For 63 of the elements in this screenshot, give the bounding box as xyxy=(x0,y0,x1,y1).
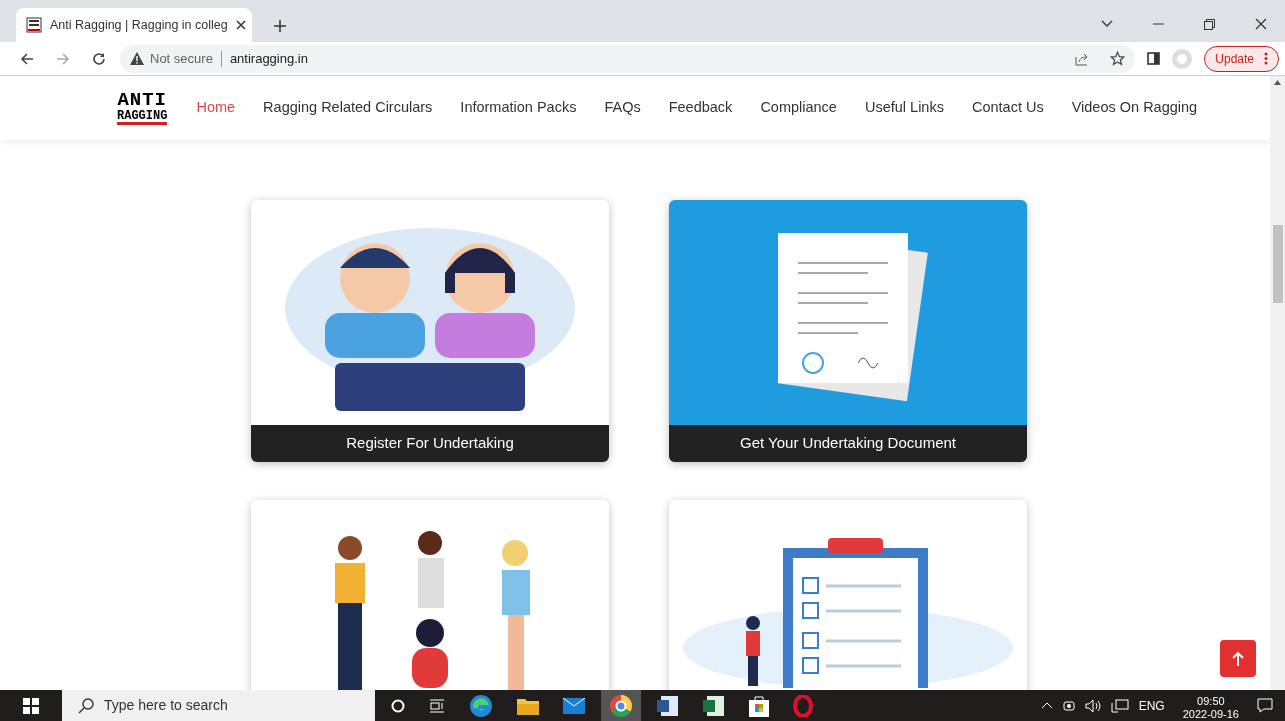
folder-icon[interactable] xyxy=(517,696,539,715)
site-favicon-icon xyxy=(26,17,42,33)
close-icon[interactable] xyxy=(235,20,246,30)
nav-link[interactable]: Information Packs xyxy=(460,97,577,119)
address-bar[interactable]: Not secure antiragging.in xyxy=(120,44,1136,73)
nav-link[interactable]: Home xyxy=(196,97,236,119)
cortana-circle-icon[interactable] xyxy=(391,698,405,713)
nav-link[interactable]: Ragging Related Circulars xyxy=(263,97,433,119)
language-indicator[interactable]: ENG xyxy=(1138,696,1165,715)
feature-card[interactable] xyxy=(251,500,609,690)
mail-icon[interactable] xyxy=(563,697,585,714)
camera-icon[interactable] xyxy=(1062,698,1075,713)
windows-start-icon[interactable] xyxy=(23,697,39,714)
speaker-icon[interactable] xyxy=(1084,698,1101,713)
side-panel-icon[interactable] xyxy=(1147,52,1161,65)
clock-time: 09:50 xyxy=(1197,694,1225,708)
document-app-icon[interactable] xyxy=(657,694,679,717)
network-icon[interactable] xyxy=(1110,698,1129,713)
chevron-down-icon[interactable] xyxy=(1101,20,1113,28)
nav-link[interactable]: Compliance xyxy=(760,97,837,119)
store-bag-icon[interactable] xyxy=(749,694,769,717)
nav-link[interactable]: Contact Us xyxy=(971,97,1044,119)
search-icon xyxy=(78,697,94,714)
security-label: Not secure xyxy=(150,49,213,68)
chevron-up-icon[interactable] xyxy=(1040,702,1053,709)
back-arrow-icon[interactable] xyxy=(20,51,34,66)
site-logo[interactable]: ANTI RAGGING xyxy=(117,91,168,125)
card-caption: Get Your Undertaking Document xyxy=(669,425,1027,462)
nav-link[interactable]: Videos On Ragging xyxy=(1071,97,1198,119)
warning-icon xyxy=(130,52,144,65)
scrollbar-thumb[interactable] xyxy=(1272,225,1283,303)
arrow-up-icon xyxy=(1232,651,1244,666)
feature-card[interactable]: Get Your Undertaking Document xyxy=(669,200,1027,462)
new-tab-icon[interactable] xyxy=(274,20,286,32)
scroll-up-icon[interactable] xyxy=(1274,80,1281,85)
more-vertical-icon xyxy=(1264,52,1268,65)
nav-link[interactable]: FAQs xyxy=(604,97,641,119)
clock-date: 2022-09-16 xyxy=(1182,707,1239,721)
clock[interactable]: 09:50 2022-09-16 xyxy=(1182,690,1239,721)
search-placeholder: Type here to search xyxy=(104,696,228,715)
update-button[interactable]: Update xyxy=(1204,45,1279,72)
nav-link[interactable]: Useful Links xyxy=(864,97,944,119)
scroll-to-top-button[interactable] xyxy=(1220,640,1256,677)
tab-title: Anti Ragging | Ragging in colleg xyxy=(50,16,228,34)
browser-tab[interactable]: Anti Ragging | Ragging in colleg xyxy=(16,8,252,42)
restore-icon[interactable] xyxy=(1204,18,1215,30)
feature-card[interactable]: Register For Undertaking xyxy=(251,200,609,462)
card-caption: Register For Undertaking xyxy=(251,425,609,462)
nav-link[interactable]: Feedback xyxy=(668,97,733,119)
browser-swirl-icon[interactable] xyxy=(469,693,493,718)
circle-logo-icon xyxy=(610,694,632,717)
chrome-taskbar-button[interactable] xyxy=(601,690,641,721)
taskbar-search-field[interactable]: Type here to search xyxy=(62,690,375,721)
task-view-icon[interactable] xyxy=(429,698,445,713)
logo-text: ANTI xyxy=(117,91,167,110)
logo-text: RAGGING xyxy=(117,110,168,125)
notification-icon[interactable] xyxy=(1257,698,1273,713)
spreadsheet-app-icon[interactable] xyxy=(703,694,725,717)
url-text: antiragging.in xyxy=(229,49,308,68)
close-icon[interactable] xyxy=(1255,18,1267,30)
star-icon[interactable] xyxy=(1110,51,1126,66)
letter-o-logo-icon[interactable] xyxy=(793,694,813,717)
reload-icon[interactable] xyxy=(92,51,106,66)
